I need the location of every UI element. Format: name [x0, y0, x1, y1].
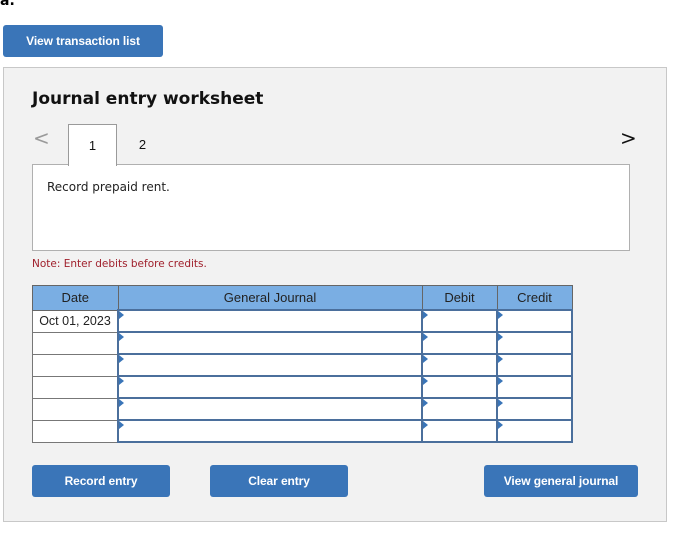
account-input[interactable]	[119, 421, 421, 441]
dropdown-flag-icon	[119, 333, 124, 341]
header-date: Date	[32, 285, 119, 311]
journal-row	[32, 375, 573, 399]
account-input[interactable]	[119, 311, 421, 331]
dropdown-flag-icon	[498, 311, 503, 319]
journal-row	[32, 397, 573, 421]
date-cell	[32, 419, 119, 443]
transaction-description-box: Record prepaid rent.	[32, 164, 630, 251]
tab-1[interactable]: 1	[68, 124, 117, 166]
journal-entry-worksheet-panel: Journal entry worksheet < 1 2 > Record p…	[3, 67, 667, 522]
dropdown-flag-icon	[119, 377, 124, 385]
date-cell	[32, 353, 119, 377]
journal-header-row: Date General Journal Debit Credit	[32, 285, 573, 311]
chevron-left-icon[interactable]: <	[33, 127, 50, 149]
part-label: a.	[0, 0, 15, 9]
debit-input-cell	[421, 397, 498, 421]
credit-input[interactable]	[498, 377, 571, 397]
chevron-right-icon[interactable]: >	[620, 127, 637, 149]
journal-row	[32, 353, 573, 377]
debit-input-cell	[421, 331, 498, 355]
debit-input[interactable]	[423, 333, 496, 353]
date-cell	[32, 397, 119, 421]
credit-input-cell	[496, 397, 573, 421]
account-input-cell	[117, 353, 423, 377]
dropdown-flag-icon	[498, 399, 503, 407]
account-input-cell	[117, 397, 423, 421]
dropdown-flag-icon	[423, 311, 428, 319]
clear-entry-button[interactable]: Clear entry	[210, 465, 348, 497]
dropdown-flag-icon	[119, 421, 124, 429]
dropdown-flag-icon	[423, 355, 428, 363]
debit-input-cell	[421, 309, 498, 333]
account-input-cell	[117, 419, 423, 443]
credit-input[interactable]	[498, 421, 571, 441]
dropdown-flag-icon	[423, 377, 428, 385]
debit-credit-note: Note: Enter debits before credits.	[32, 258, 207, 270]
credit-input[interactable]	[498, 355, 571, 375]
dropdown-flag-icon	[119, 311, 124, 319]
worksheet-title: Journal entry worksheet	[32, 89, 264, 109]
dropdown-flag-icon	[498, 421, 503, 429]
journal-row	[32, 331, 573, 355]
account-input-cell	[117, 331, 423, 355]
debit-input-cell	[421, 375, 498, 399]
credit-input-cell	[496, 309, 573, 333]
header-debit: Debit	[421, 285, 498, 311]
transaction-description: Record prepaid rent.	[47, 180, 170, 194]
header-general-journal: General Journal	[117, 285, 423, 311]
debit-input[interactable]	[423, 311, 496, 331]
journal-table: Date General Journal Debit Credit Oct 01…	[32, 285, 573, 443]
debit-input-cell	[421, 419, 498, 443]
credit-input-cell	[496, 353, 573, 377]
journal-row: Oct 01, 2023	[32, 309, 573, 333]
account-input[interactable]	[119, 377, 421, 397]
dropdown-flag-icon	[423, 421, 428, 429]
account-input[interactable]	[119, 333, 421, 353]
date-cell	[32, 331, 119, 355]
dropdown-flag-icon	[498, 355, 503, 363]
credit-input-cell	[496, 375, 573, 399]
debit-input[interactable]	[423, 355, 496, 375]
dropdown-flag-icon	[498, 377, 503, 385]
view-general-journal-button[interactable]: View general journal	[484, 465, 638, 497]
dropdown-flag-icon	[498, 333, 503, 341]
record-entry-button[interactable]: Record entry	[32, 465, 170, 497]
dropdown-flag-icon	[423, 333, 428, 341]
header-credit: Credit	[496, 285, 573, 311]
date-cell	[32, 375, 119, 399]
account-input[interactable]	[119, 355, 421, 375]
debit-input[interactable]	[423, 399, 496, 419]
dropdown-flag-icon	[119, 399, 124, 407]
dropdown-flag-icon	[119, 355, 124, 363]
account-input-cell	[117, 375, 423, 399]
debit-input-cell	[421, 353, 498, 377]
journal-row	[32, 419, 573, 443]
debit-input[interactable]	[423, 421, 496, 441]
credit-input[interactable]	[498, 333, 571, 353]
credit-input[interactable]	[498, 311, 571, 331]
date-cell: Oct 01, 2023	[32, 309, 119, 333]
account-input-cell	[117, 309, 423, 333]
credit-input[interactable]	[498, 399, 571, 419]
credit-input-cell	[496, 419, 573, 443]
account-input[interactable]	[119, 399, 421, 419]
view-transaction-list-button[interactable]: View transaction list	[3, 25, 163, 57]
debit-input[interactable]	[423, 377, 496, 397]
tab-2[interactable]: 2	[118, 124, 167, 164]
dropdown-flag-icon	[423, 399, 428, 407]
credit-input-cell	[496, 331, 573, 355]
